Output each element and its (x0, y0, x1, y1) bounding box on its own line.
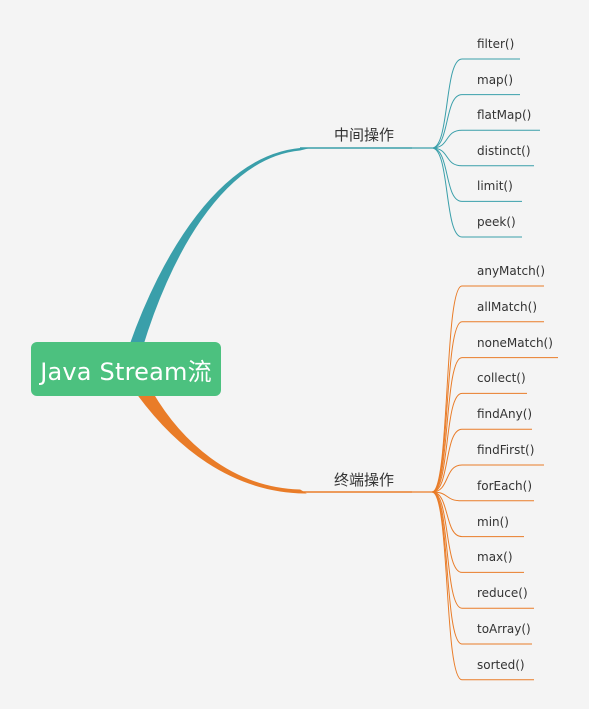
leaf-limit[interactable]: limit() (477, 179, 513, 193)
leaf-foreach[interactable]: forEach() (477, 479, 532, 493)
leaf-min[interactable]: min() (477, 515, 509, 529)
leaf-findfirst[interactable]: findFirst() (477, 443, 534, 457)
leaf-nonematch[interactable]: noneMatch() (477, 336, 553, 350)
leaf-flatmap[interactable]: flatMap() (477, 108, 531, 122)
leaf-allmatch[interactable]: allMatch() (477, 300, 537, 314)
leaf-connector-1-6 (431, 491, 534, 502)
leaf-anymatch[interactable]: anyMatch() (477, 264, 545, 278)
leaf-max[interactable]: max() (477, 550, 513, 564)
leaf-distinct[interactable]: distinct() (477, 144, 531, 158)
root-label: Java Stream流 (40, 357, 212, 386)
branch-label-intermediate[interactable]: 中间操作 (334, 124, 394, 145)
leaf-collect[interactable]: collect() (477, 371, 526, 385)
leaf-findany[interactable]: findAny() (477, 407, 532, 421)
branch-label-terminal[interactable]: 终端操作 (334, 469, 394, 490)
branch-connector-1 (137, 391, 307, 494)
leaf-reduce[interactable]: reduce() (477, 586, 528, 600)
branch-connector-0 (129, 147, 309, 349)
root-node[interactable]: Java Stream流 (31, 342, 221, 396)
leaf-toarray[interactable]: toArray() (477, 622, 531, 636)
leaf-map[interactable]: map() (477, 73, 513, 87)
leaf-filter[interactable]: filter() (477, 37, 514, 51)
leaf-sorted[interactable]: sorted() (477, 658, 525, 672)
leaf-peek[interactable]: peek() (477, 215, 516, 229)
